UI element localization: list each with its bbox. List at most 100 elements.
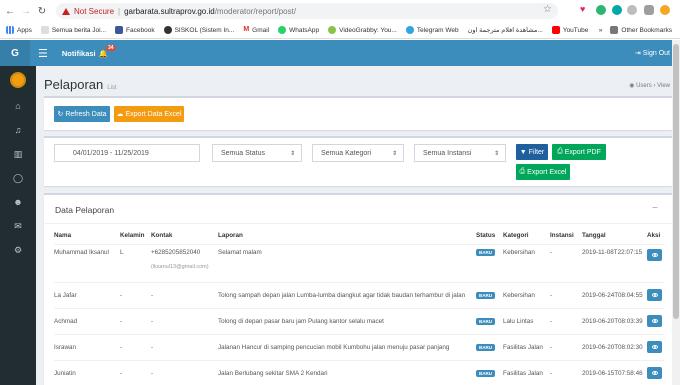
cell-status: BARU bbox=[476, 307, 503, 334]
cloud-download-icon: ☁ bbox=[116, 111, 124, 118]
col-instansi[interactable]: Instansi bbox=[550, 228, 582, 244]
sidebar-chat-icon[interactable]: ✉ bbox=[0, 214, 36, 238]
cell-kontak: - bbox=[151, 333, 218, 360]
printer-icon: ⎙ bbox=[557, 148, 563, 155]
cell-aksi bbox=[647, 333, 665, 360]
sidebar-settings-icon[interactable]: ⚙ bbox=[0, 238, 36, 262]
bookmark-apps[interactable]: Apps bbox=[6, 26, 32, 34]
bookmark-siskol[interactable]: SISKOL (Sistem In... bbox=[163, 26, 234, 34]
dashboard-icon: ◉ bbox=[629, 83, 635, 89]
export-excel-button[interactable]: ⎙ Export Excel bbox=[516, 164, 570, 180]
bookmark-gmail[interactable]: M Gmail bbox=[243, 26, 269, 34]
col-aksi: Aksi bbox=[647, 232, 661, 240]
reload-icon[interactable]: ↻ bbox=[36, 4, 48, 18]
col-nama[interactable]: Nama bbox=[54, 228, 120, 244]
extension-green-icon[interactable] bbox=[596, 5, 606, 15]
sidebar-bell-icon[interactable]: ♫ bbox=[0, 118, 36, 142]
bookmark-telegram[interactable]: Telegram Web bbox=[405, 26, 459, 34]
whatsapp-icon bbox=[278, 26, 287, 34]
col-kategori[interactable]: Kategori bbox=[503, 228, 550, 244]
instansi-select[interactable]: Semua Instansi ⇕ bbox=[414, 144, 506, 162]
youtube-icon bbox=[551, 26, 560, 34]
cell-nama: Juniatin bbox=[54, 359, 120, 385]
col-laporan[interactable]: Laporan bbox=[218, 228, 476, 244]
page-scrollbar[interactable] bbox=[672, 40, 680, 385]
status-select[interactable]: Semua Status ⇕ bbox=[212, 144, 302, 162]
col-tanggal[interactable]: Tanggal bbox=[582, 228, 647, 244]
cell-instansi: - bbox=[550, 333, 582, 360]
scrollbar-thumb[interactable] bbox=[673, 44, 679, 319]
kategori-select[interactable]: Semua Kategori ⇕ bbox=[312, 144, 404, 162]
sidebar-home-icon[interactable]: ⌂ bbox=[0, 94, 36, 118]
kontak-phone: +6285205852040 bbox=[151, 248, 201, 256]
sidebar-users-icon[interactable]: ☻ bbox=[0, 190, 36, 214]
extension-teal-icon[interactable] bbox=[612, 5, 622, 15]
cell-tanggal: 2019-06-24T08:04:55 bbox=[582, 281, 647, 308]
app-header: G ☰ Notifikasi 🔔 34 ⇥ Sign Out bbox=[0, 40, 680, 66]
forward-icon[interactable]: → bbox=[20, 4, 32, 18]
extension-grey-icon[interactable] bbox=[627, 5, 637, 15]
other-bookmarks[interactable]: » Other Bookmarks bbox=[599, 26, 672, 34]
cell-status: BARU bbox=[476, 359, 503, 385]
bookmark-videograbby[interactable]: VideoGrabby: You... bbox=[328, 26, 397, 34]
view-button[interactable] bbox=[647, 341, 662, 353]
profile-avatar-icon[interactable] bbox=[660, 5, 670, 15]
apps-grid-icon bbox=[6, 26, 14, 34]
filter-button[interactable]: ▼ Filter bbox=[516, 144, 548, 160]
bookmark-whatsapp[interactable]: WhatsApp bbox=[278, 26, 319, 34]
col-kontak[interactable]: Kontak bbox=[151, 228, 218, 244]
view-button[interactable] bbox=[647, 248, 662, 261]
view-button[interactable] bbox=[647, 315, 662, 327]
breadcrumb-users[interactable]: Users bbox=[636, 83, 652, 89]
sign-out-button[interactable]: ⇥ Sign Out bbox=[635, 49, 670, 57]
export-data-excel-button[interactable]: ☁ Export Data Excel bbox=[114, 106, 184, 122]
notification-badge: 34 bbox=[105, 45, 116, 51]
date-range-input[interactable]: 04/01/2019 - 11/25/2019 bbox=[54, 144, 200, 162]
bookmark-arabic[interactable]: مشاهدة افلام مترجمة اون... bbox=[468, 26, 543, 34]
user-avatar[interactable] bbox=[10, 72, 26, 88]
divider bbox=[44, 223, 672, 224]
notifikasi-menu[interactable]: Notifikasi 🔔 34 bbox=[62, 45, 118, 58]
menu-toggle-icon[interactable]: ☰ bbox=[38, 47, 48, 60]
cell-tanggal: 2019-11-08T22:07:15 bbox=[582, 243, 647, 282]
cell-kontak: - bbox=[151, 359, 218, 385]
eye-icon bbox=[651, 345, 658, 349]
bookmark-star-icon[interactable]: ☆ bbox=[543, 4, 552, 15]
page-title: Pelaporan List bbox=[44, 77, 117, 92]
filter-icon: ▼ bbox=[519, 148, 527, 156]
sidebar-building-icon[interactable]: ▥ bbox=[0, 142, 36, 166]
export-pdf-button[interactable]: ⎙ Export PDF bbox=[552, 144, 606, 160]
cell-instansi: - bbox=[550, 307, 582, 334]
bookmark-semua-berita[interactable]: Semua berita Joi... bbox=[40, 26, 106, 34]
view-button[interactable] bbox=[647, 367, 662, 380]
cell-kontak: - bbox=[151, 281, 218, 308]
extension-heart-icon[interactable]: ♥ bbox=[580, 4, 590, 14]
collapse-icon[interactable]: − bbox=[652, 203, 658, 214]
col-kelamin[interactable]: Kelamin bbox=[120, 228, 151, 244]
sign-out-icon: ⇥ bbox=[634, 50, 641, 57]
bookmark-youtube[interactable]: YouTube bbox=[551, 26, 588, 34]
col-status[interactable]: Status bbox=[476, 228, 503, 244]
action-box: ↻ Refresh Data ☁ Export Data Excel bbox=[44, 96, 672, 130]
status-badge: BARU bbox=[476, 369, 495, 377]
bookmarks-bar: Apps Semua berita Joi... Facebook SISKOL… bbox=[0, 22, 680, 39]
separator: | bbox=[118, 6, 121, 16]
url-host: garbarata.sultraprov.go.id bbox=[124, 6, 215, 16]
brand-logo[interactable]: G bbox=[0, 40, 30, 66]
bookmark-facebook[interactable]: Facebook bbox=[115, 26, 155, 34]
back-icon[interactable]: ← bbox=[4, 4, 16, 18]
refresh-data-button[interactable]: ↻ Refresh Data bbox=[54, 106, 110, 122]
select-caret-icon: ⇕ bbox=[289, 150, 295, 157]
more-bookmarks-chevron[interactable]: » bbox=[599, 27, 603, 34]
cell-kontak: +6285205852040 (iksanul13@gmail.com) bbox=[151, 243, 218, 282]
cell-laporan: Jalanan Hancur di samping pencucian mobi… bbox=[218, 333, 476, 360]
sidebar-circle-icon[interactable]: ◯ bbox=[0, 166, 36, 190]
view-button[interactable] bbox=[647, 289, 662, 301]
table-row: Juniatin - - Jalan Berlubang sekitar SMA… bbox=[54, 359, 665, 385]
browser-toolbar: ← → ↻ Not Secure | garbarata.sultraprov.… bbox=[0, 0, 680, 22]
table-row: Achmad - - Tolong di depan pasar baru ja… bbox=[54, 307, 665, 334]
extension-shield-icon[interactable] bbox=[644, 5, 654, 15]
cell-tanggal: 2019-06-15T07:58:46 bbox=[582, 359, 647, 385]
address-bar[interactable]: Not Secure | garbarata.sultraprov.go.id … bbox=[56, 3, 558, 19]
cell-nama: La Jafar bbox=[54, 281, 120, 308]
